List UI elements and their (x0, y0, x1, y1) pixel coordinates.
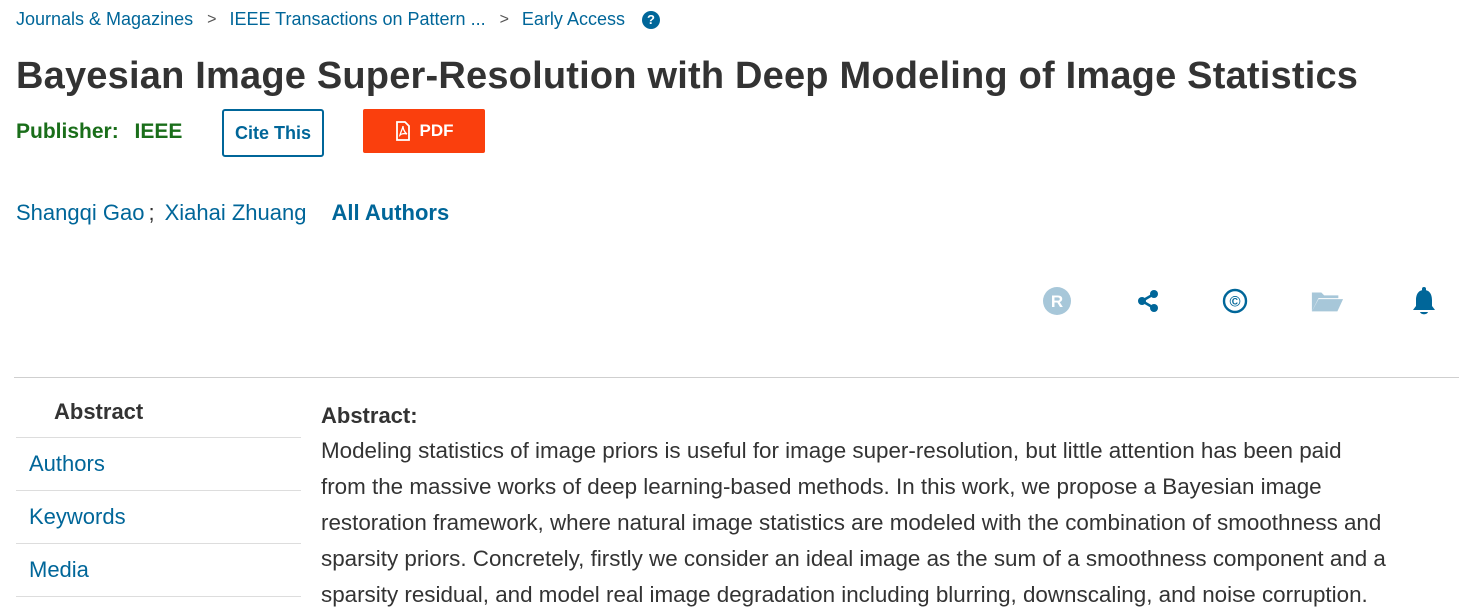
publisher-info: Publisher: IEEE (16, 120, 182, 144)
author-link[interactable]: Xiahai Zhuang (165, 200, 307, 226)
abstract-text: Modeling statistics of image priors is u… (321, 433, 1451, 608)
all-authors-link[interactable]: All Authors (331, 200, 449, 226)
abstract-section: Abstract: Modeling statistics of image p… (321, 403, 1451, 608)
breadcrumb-separator: > (207, 10, 217, 28)
pdf-button[interactable]: PDF (363, 109, 485, 153)
breadcrumb-journals-magazines[interactable]: Journals & Magazines (16, 9, 193, 30)
publisher-name: IEEE (134, 120, 183, 143)
help-icon[interactable]: ? (641, 10, 660, 29)
bell-icon[interactable] (1407, 284, 1441, 318)
share-icon[interactable] (1131, 284, 1165, 318)
pdf-label: PDF (419, 121, 454, 140)
rights-icon[interactable]: R (1040, 284, 1074, 318)
author-link[interactable]: Shangqi Gao (16, 200, 144, 226)
nav-item-label: Media (29, 557, 89, 582)
nav-item-keywords[interactable]: Keywords (16, 491, 301, 544)
abstract-heading: Abstract: (321, 403, 418, 428)
section-divider (14, 377, 1459, 378)
breadcrumb: Journals & Magazines > IEEE Transactions… (16, 9, 660, 30)
page-title: Bayesian Image Super-Resolution with Dee… (16, 55, 1359, 97)
nav-item-label: Authors (29, 451, 105, 476)
author-separator: ; (148, 200, 155, 225)
nav-item-authors[interactable]: Authors (16, 438, 301, 491)
copyright-icon[interactable]: © (1218, 284, 1252, 318)
nav-item-label: Keywords (29, 504, 126, 529)
copyright-icon-glyph: © (1229, 294, 1240, 311)
publisher-label: Publisher: (16, 120, 119, 143)
breadcrumb-journal[interactable]: IEEE Transactions on Pattern ... (229, 9, 485, 30)
section-nav: Abstract Authors Keywords Media (16, 387, 301, 597)
folder-icon[interactable] (1310, 284, 1344, 318)
abstract-line: sparsity priors. Concretely, firstly we … (321, 546, 1386, 571)
cite-this-label: Cite This (234, 122, 311, 143)
nav-item-abstract[interactable]: Abstract (16, 387, 301, 438)
breadcrumb-early-access[interactable]: Early Access (522, 9, 625, 30)
abstract-line: Modeling statistics of image priors is u… (321, 438, 1342, 463)
breadcrumb-separator: > (499, 10, 509, 28)
abstract-line: from the massive works of deep learning-… (321, 474, 1322, 499)
abstract-line: restoration framework, where natural ima… (321, 510, 1382, 535)
abstract-line: sparsity residual, and model real image … (321, 582, 1368, 607)
article-page: Journals & Magazines > IEEE Transactions… (0, 0, 1475, 608)
cite-this-button[interactable]: Cite This (222, 109, 324, 157)
author-list: Shangqi Gao ; Xiahai Zhuang All Authors (16, 200, 449, 226)
nav-item-label: Abstract (54, 399, 144, 424)
rights-icon-glyph: R (1051, 292, 1063, 311)
pdf-file-icon (395, 121, 411, 141)
nav-item-media[interactable]: Media (16, 544, 301, 597)
